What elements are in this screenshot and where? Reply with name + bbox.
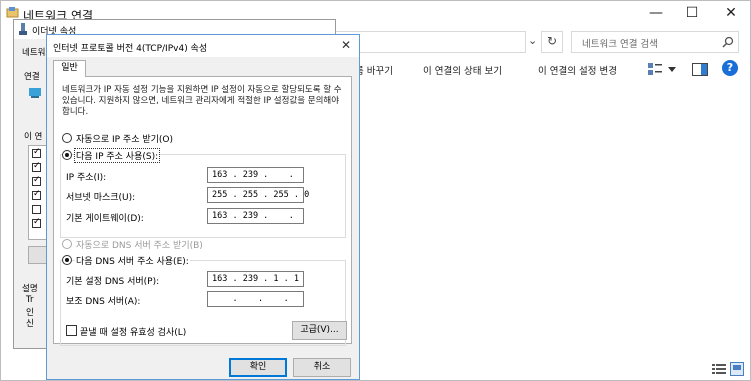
network-adapter-icon [19,23,27,35]
validate-label[interactable]: 끝낼 때 설정 유효성 검사(L) [80,325,186,338]
details-view-icon[interactable] [712,363,726,375]
general-tab-panel: 네트워크가 IP 자동 설정 기능을 지원하면 IP 설정이 자동으로 할당되도… [53,76,352,346]
help-icon[interactable]: ? [722,60,738,76]
minimize-button[interactable]: — [637,1,675,27]
close-button[interactable]: ✕ [712,1,750,27]
default-gateway-field[interactable]: 163 . 239 . . [207,208,304,224]
item-checkbox[interactable]: ✓ [32,189,41,200]
maximize-button[interactable]: ☐ [673,1,711,27]
advanced-button[interactable]: 고급(V)... [292,321,347,340]
item-checkbox[interactable]: ✓ [32,175,41,186]
search-placeholder: 네트워크 연결 검색 [582,39,658,50]
dialog-close-button[interactable]: ✕ [341,38,351,52]
dns-auto-radio[interactable] [62,239,72,249]
dropdown-chevron-icon[interactable]: ⌄ [528,34,537,47]
preview-pane-icon[interactable] [692,63,708,76]
change-settings-command[interactable]: 이 연결의 설정 변경 [538,63,617,77]
item-checkbox[interactable]: ✓ [32,161,41,172]
ip-address-field[interactable]: 163 . 239 . . [207,167,304,183]
ipv4-properties-dialog: 인터넷 프로토콜 버전 4(TCP/IPv4) 속성 ✕ 일반 네트워크가 IP… [46,34,360,380]
view-options-icon[interactable] [648,63,662,75]
view-dropdown-icon[interactable] [668,67,676,72]
alternate-dns-label: 보조 DNS 서버(A): [66,297,141,307]
ip-address-label: IP 주소(I): [66,173,107,183]
ip-manual-radio[interactable] [62,150,72,160]
dns-manual-label[interactable]: 다음 DNS 서버 주소 사용(E): [75,254,190,267]
items-list[interactable]: ✓ ✓ ✓ ✓ ✓ [28,145,48,240]
rename-command[interactable]: 름 바꾸기 [355,63,393,77]
description-label: 설명 [22,284,38,294]
cancel-button[interactable]: 취소 [293,358,351,377]
description-line: 신 [26,319,34,329]
dialog-title: 인터넷 프로토콜 버전 4(TCP/IPv4) 속성 [53,44,208,54]
view-status-command[interactable]: 이 연결의 상태 보기 [423,63,502,77]
search-input[interactable]: 네트워크 연결 검색 [571,31,739,53]
adapter-icon [29,88,41,98]
subnet-mask-field[interactable]: 255 . 255 . 255 . 0 [207,187,309,203]
dialog-title-bar: 인터넷 프로토콜 버전 4(TCP/IPv4) 속성 ✕ [47,35,359,57]
validate-checkbox[interactable] [66,325,77,336]
dialog-description: 네트워크가 IP 자동 설정 기능을 지원하면 IP 설정이 자동으로 할당되도… [62,85,342,117]
ok-button[interactable]: 확인 [229,358,287,377]
item-checkbox[interactable] [32,205,41,214]
description-line: Tr [26,295,34,305]
ip-auto-label[interactable]: 자동으로 IP 주소 받기(O) [76,132,173,145]
ip-auto-radio[interactable] [62,133,72,143]
install-button[interactable] [28,246,48,264]
tab-general[interactable]: 일반 [53,60,86,77]
network-folder-icon [6,7,19,18]
item-checkbox[interactable]: ✓ [32,147,41,158]
subnet-mask-label: 서브넷 마스크(U): [66,193,136,203]
dns-auto-label[interactable]: 자동으로 DNS 서버 주소 받기(B) [76,238,203,251]
dns-manual-radio[interactable] [62,255,72,265]
refresh-button[interactable]: ↻ [541,31,563,53]
items-label: 이 연 [24,132,43,142]
ip-manual-label[interactable]: 다음 IP 주소 사용(S): [73,148,161,163]
connect-using-label: 연결 [24,72,40,82]
default-gateway-label: 기본 게이트웨이(D): [66,214,144,224]
alternate-dns-field[interactable]: . . . [207,291,304,307]
preferred-dns-field[interactable]: 163 . 239 . 1 . 1 [207,271,304,287]
search-icon [722,36,734,48]
preferred-dns-label: 기본 설정 DNS 서버(P): [66,277,160,287]
large-icons-view-icon[interactable] [730,362,744,376]
item-checkbox[interactable]: ✓ [32,217,41,228]
